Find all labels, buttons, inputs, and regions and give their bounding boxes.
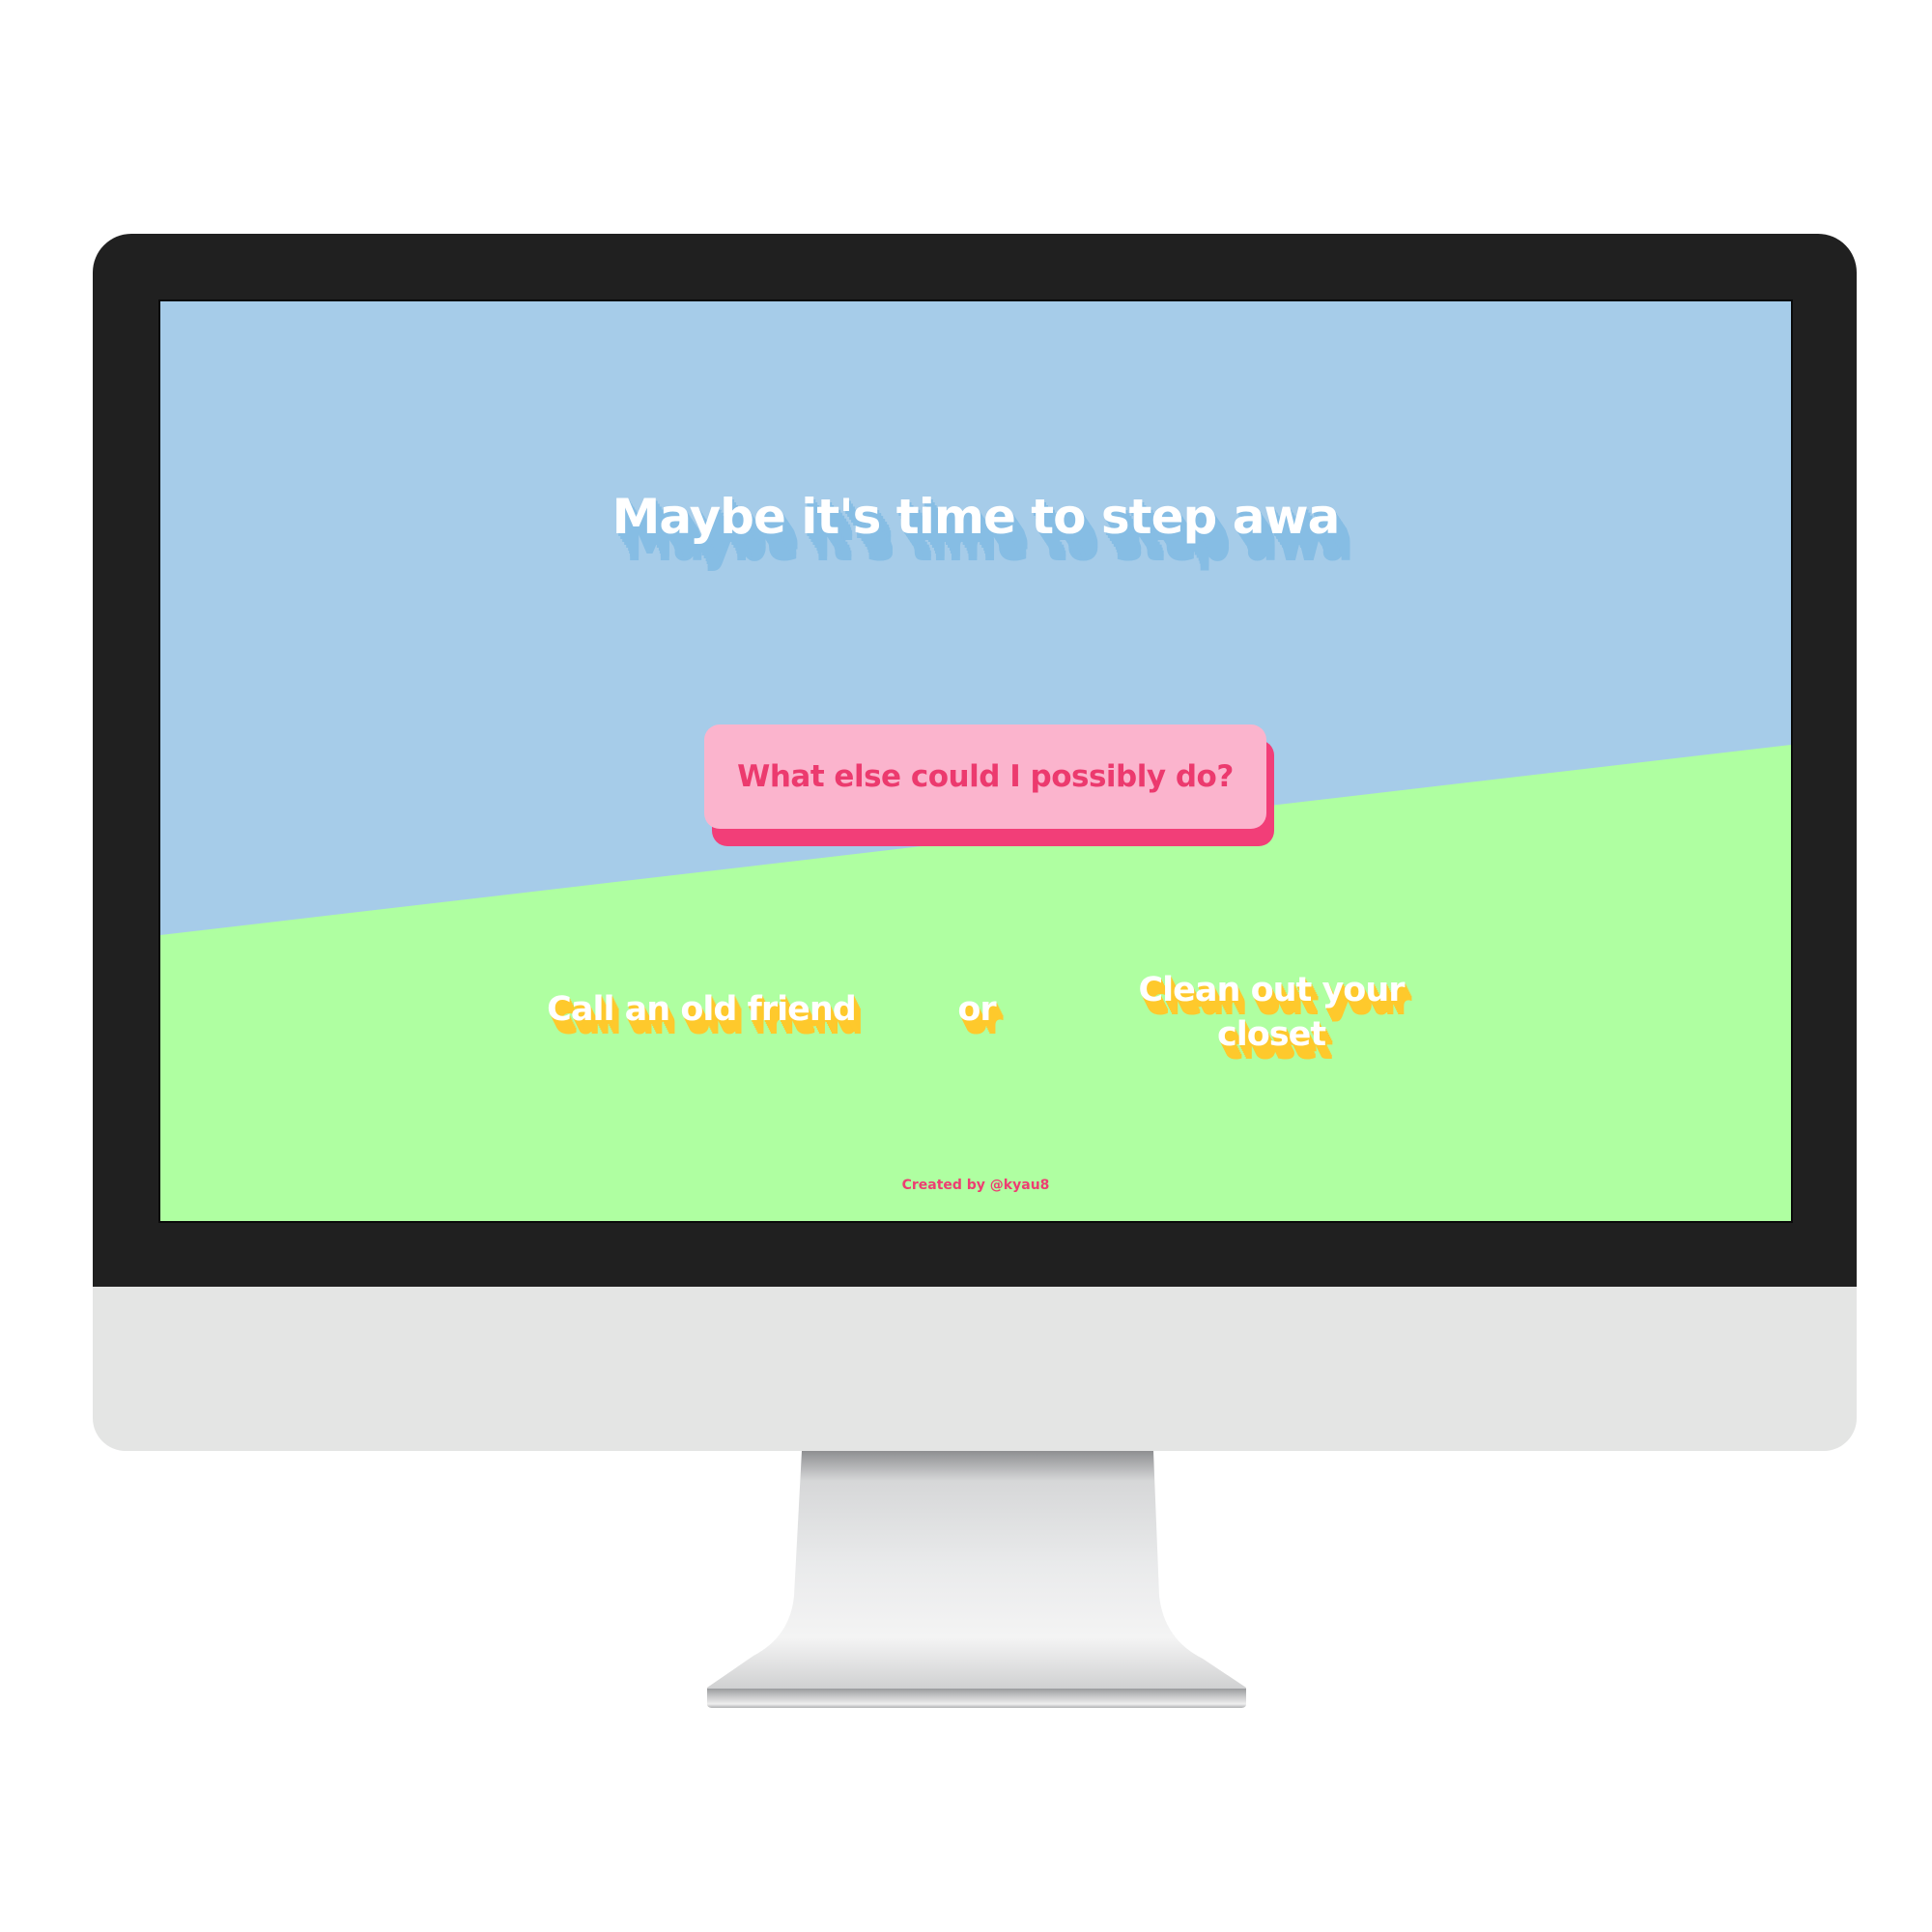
suggest-button[interactable]: What else could I possibly do? (704, 724, 1266, 829)
monitor-stand (707, 1451, 1246, 1708)
credit-text: Created by @kyau8 (901, 1178, 1050, 1193)
page-title: Maybe it's time to step awa (611, 489, 1341, 545)
option-left[interactable]: Call an old friend (527, 987, 875, 1032)
option-right[interactable]: Clean out your closet (1126, 968, 1416, 1057)
cta-container: What else could I possibly do? (704, 724, 1274, 846)
screen: Maybe it's time to step awa What else co… (160, 301, 1791, 1221)
option-separator: or (957, 990, 996, 1029)
page: Maybe it's time to step awa What else co… (0, 0, 1932, 1932)
monitor-chin (93, 1287, 1857, 1451)
